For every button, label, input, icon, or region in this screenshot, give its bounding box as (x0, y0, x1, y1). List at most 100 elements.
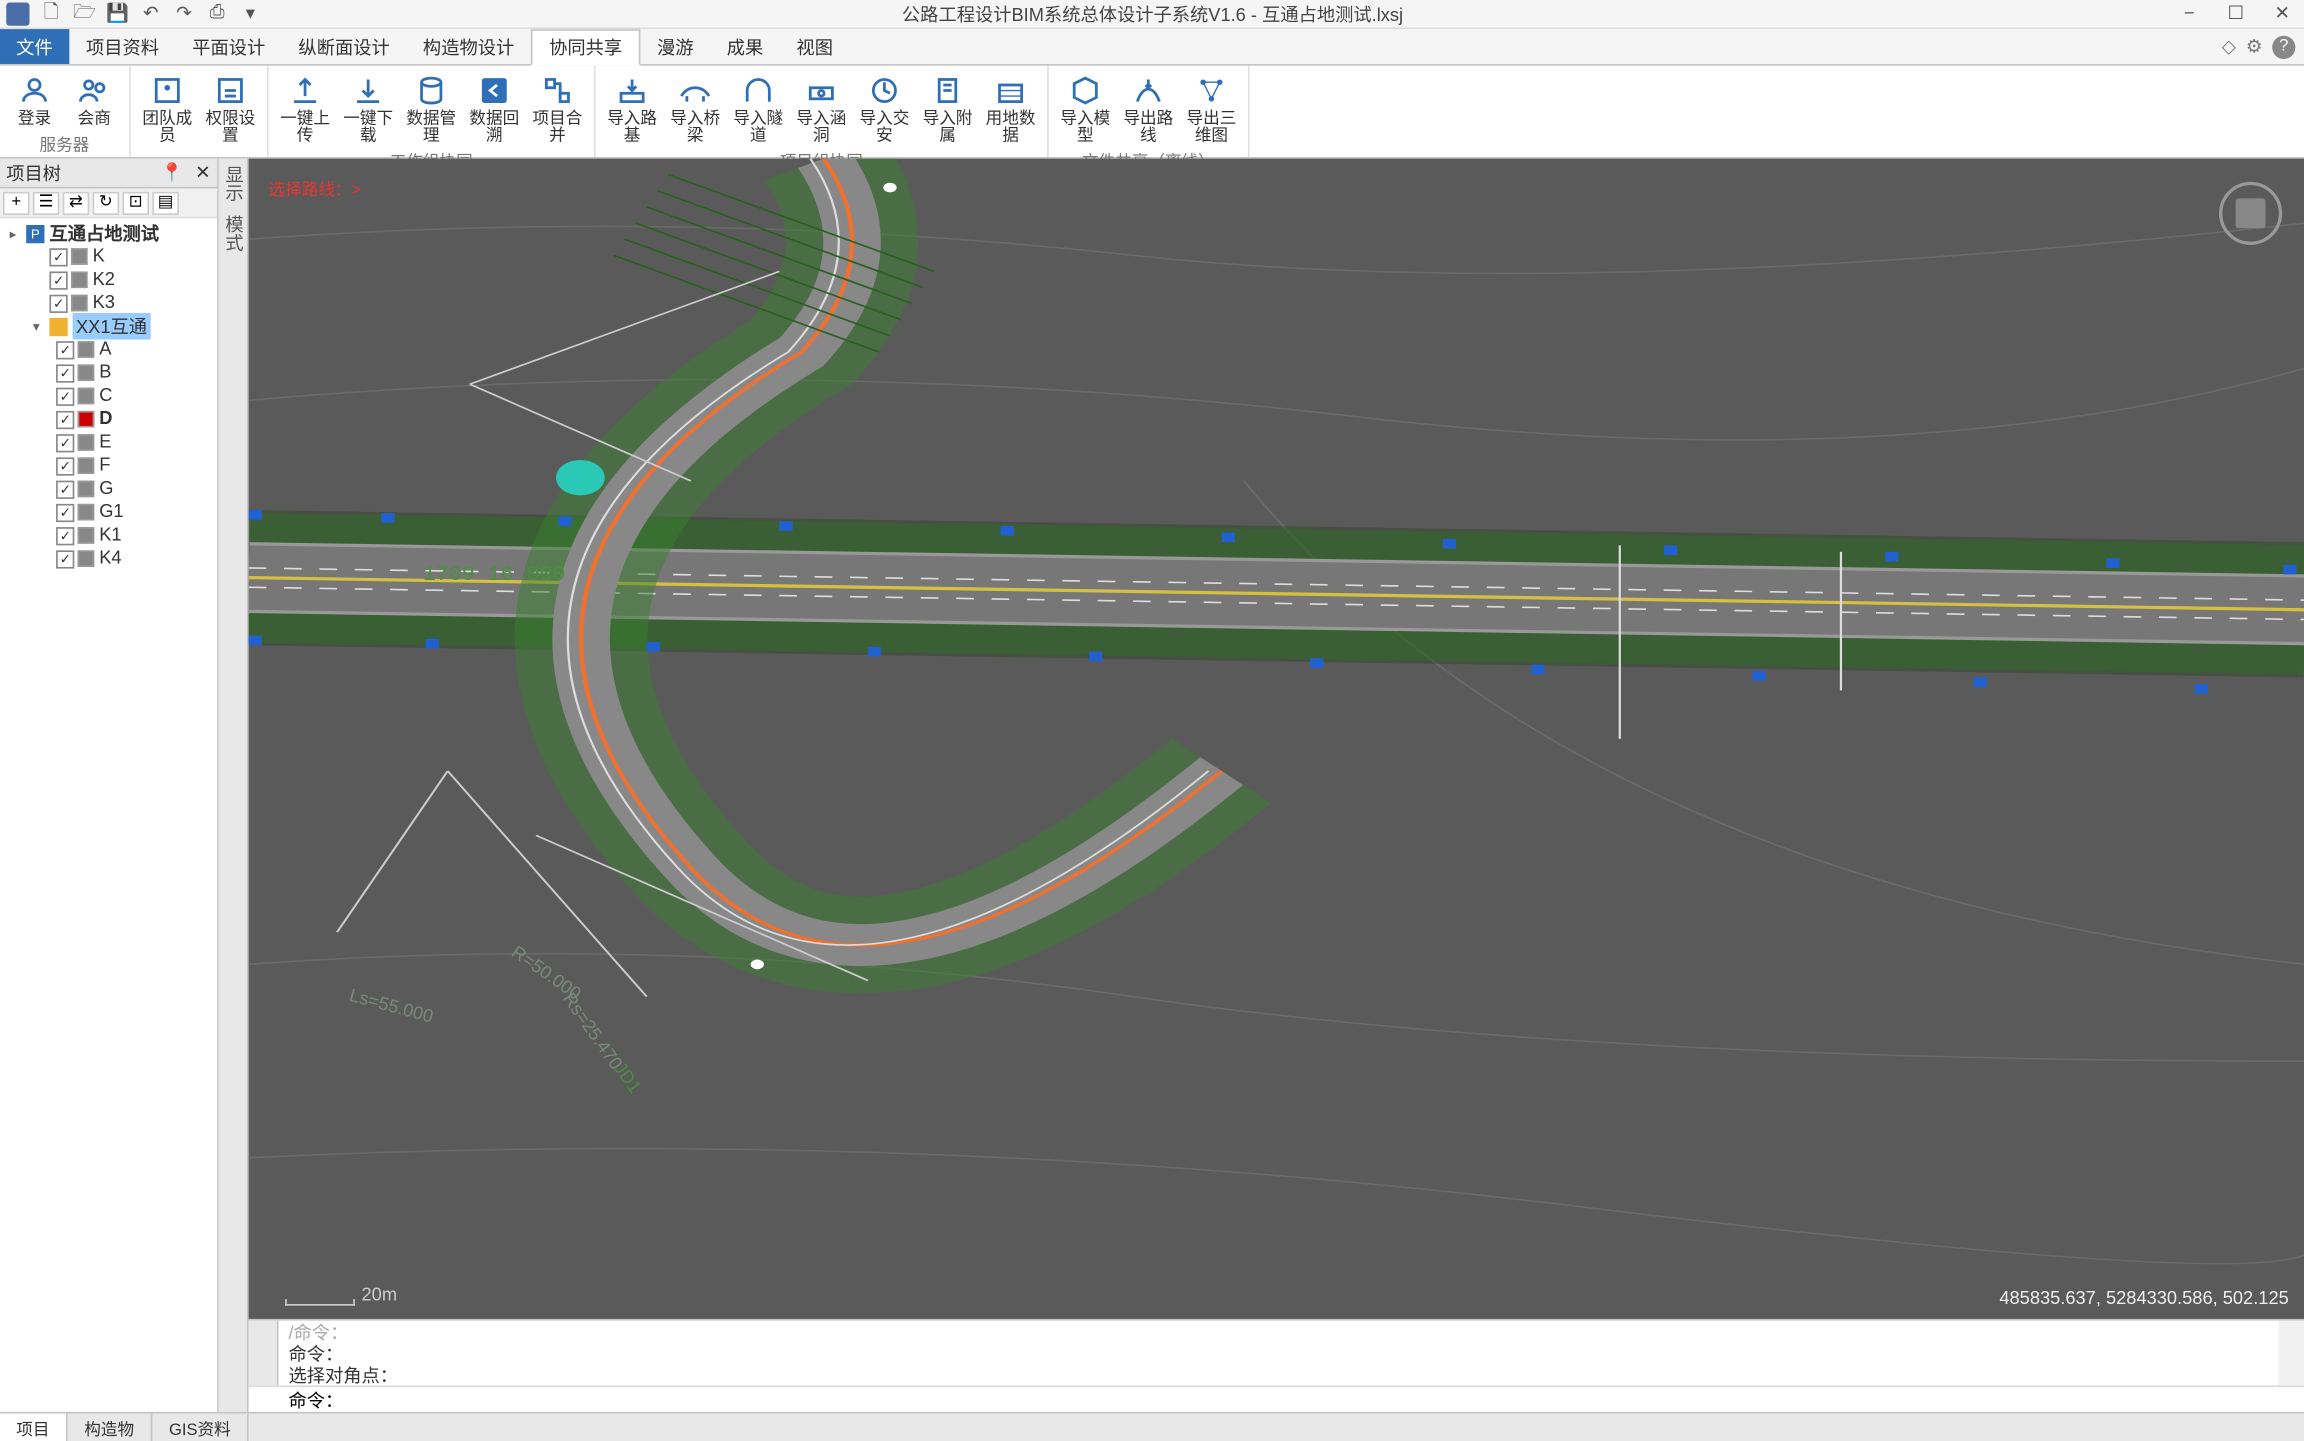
command-history[interactable]: /命令： 命令： 选择对角点： (278, 1320, 2278, 1385)
tab-roam[interactable]: 漫游 (640, 29, 710, 64)
cmd-scrollbar[interactable] (2278, 1320, 2304, 1385)
qat-save-icon[interactable]: 💾 (105, 1, 128, 24)
collapse-ribbon-icon[interactable]: ◇ (2221, 35, 2235, 57)
tree-item-k[interactable]: ✓K (2, 244, 213, 267)
tab-structure[interactable]: 构造物设计 (406, 29, 531, 64)
panel-header: 项目树 📍 ✕ (0, 158, 217, 188)
tab-plan[interactable]: 平面设计 (175, 29, 281, 64)
team-button[interactable]: 团队成员 (137, 68, 197, 153)
safety-icon (866, 72, 903, 109)
qat-redo-icon[interactable]: ↷ (172, 1, 195, 24)
tree-item-k3[interactable]: ✓K3 (2, 291, 213, 314)
viewport[interactable]: 选择路线：> 1709 16 000 R=50.000 Ls=55.000 Rs… (248, 158, 2304, 1318)
command-input-row[interactable]: 命令： (248, 1385, 2304, 1412)
export-route-button[interactable]: 导出路线 (1118, 68, 1178, 144)
settings-icon[interactable]: ⚙ (2245, 35, 2261, 57)
tree-swap-button[interactable]: ⇄ (62, 190, 89, 213)
tree-root[interactable]: ▸ P 互通占地测试 (2, 221, 213, 244)
panel-close-icon[interactable]: ✕ (195, 163, 210, 183)
compass-widget[interactable] (2219, 181, 2282, 244)
tab-file[interactable]: 文件 (0, 29, 69, 64)
tree-item-c[interactable]: ✓C (2, 384, 213, 407)
merge-icon (539, 72, 576, 109)
color-swatch (71, 294, 88, 311)
coordinates-readout: 485835.637, 5284330.586, 502.125 (1999, 1289, 2288, 1309)
upload-button[interactable]: 一键上传 (275, 68, 335, 144)
land-data-button[interactable]: 用地数据 (980, 68, 1040, 144)
tree-item-k2[interactable]: ✓K2 (2, 268, 213, 291)
tab-project[interactable]: 项目资料 (69, 29, 175, 64)
project-icon: P (26, 224, 44, 242)
aux-icon (929, 72, 966, 109)
3d-icon (1193, 72, 1230, 109)
group-label-server: 服务器 (6, 128, 122, 156)
qat-new-icon[interactable]: 🗋 (39, 1, 62, 24)
tree-expand-button[interactable]: ⊡ (122, 190, 149, 213)
data-back-button[interactable]: 数据回溯 (464, 68, 524, 144)
tree-item-b[interactable]: ✓B (2, 361, 213, 384)
group-label-empty (137, 153, 260, 156)
help-icon[interactable]: ? (2272, 34, 2295, 57)
import-model-button[interactable]: 导入模型 (1055, 68, 1115, 144)
station-marker (556, 459, 605, 494)
merge-button[interactable]: 项目合并 (527, 68, 587, 144)
import-culvert-button[interactable]: 导入涵洞 (791, 68, 851, 144)
tree-item-f[interactable]: ✓F (2, 454, 213, 477)
user-icon (16, 72, 53, 109)
bridge-icon (676, 72, 713, 109)
bottom-tabs: 项目 构造物 GIS资料 (0, 1411, 2304, 1441)
tree-list-button[interactable]: ☰ (32, 190, 59, 213)
btab-gis[interactable]: GIS资料 (152, 1413, 249, 1441)
tab-result[interactable]: 成果 (710, 29, 780, 64)
tab-collab[interactable]: 协同共享 (530, 29, 640, 66)
tree-item-d[interactable]: ✓D (2, 407, 213, 430)
color-swatch (71, 271, 88, 288)
team-icon (149, 72, 186, 109)
import-aux-button[interactable]: 导入附属 (917, 68, 977, 144)
command-panel: /命令： 命令： 选择对角点： (248, 1318, 2304, 1384)
scale-bar: 20m (285, 1285, 397, 1305)
minimize-button[interactable]: − (2165, 0, 2211, 28)
qat-print-icon[interactable]: ⎙ (205, 1, 228, 24)
permission-button[interactable]: 权限设置 (200, 68, 260, 153)
tree-item-k4[interactable]: ✓K4 (2, 547, 213, 570)
tree-item-k1[interactable]: ✓K1 (2, 523, 213, 546)
tree-item-a[interactable]: ✓A (2, 337, 213, 360)
meeting-button[interactable]: 会商 (66, 68, 122, 128)
tree-add-button[interactable]: + (2, 190, 29, 213)
tree-item-e[interactable]: ✓E (2, 430, 213, 453)
tab-view[interactable]: 视图 (779, 29, 849, 64)
pin-icon[interactable]: 📍 (160, 163, 183, 183)
import-safety-button[interactable]: 导入交安 (854, 68, 914, 144)
project-tree[interactable]: ▸ P 互通占地测试 ✓K ✓K2 ✓K3 ▾ XX1互通 ✓A ✓B ✓C ✓… (0, 218, 217, 1412)
login-button[interactable]: 登录 (6, 68, 62, 128)
tree-item-g[interactable]: ✓G (2, 477, 213, 500)
import-tunnel-button[interactable]: 导入隧道 (728, 68, 788, 144)
land-icon (992, 72, 1029, 109)
btab-structure[interactable]: 构造物 (67, 1413, 152, 1441)
download-icon (349, 72, 386, 109)
vtool-2[interactable]: 模式 (219, 215, 246, 252)
qat-undo-icon[interactable]: ↶ (139, 1, 162, 24)
tree-refresh-button[interactable]: ↻ (92, 190, 119, 213)
tree-item-interchange[interactable]: ▾ XX1互通 (2, 314, 213, 337)
users-icon (75, 72, 112, 109)
close-button[interactable]: ✕ (2258, 0, 2304, 28)
download-button[interactable]: 一键下载 (338, 68, 398, 144)
data-manage-button[interactable]: 数据管理 (401, 68, 461, 144)
export-3d-button[interactable]: 导出三维图 (1181, 68, 1241, 144)
tab-profile[interactable]: 纵断面设计 (281, 29, 406, 64)
tree-item-g1[interactable]: ✓G1 (2, 500, 213, 523)
qat-more-icon[interactable]: ▾ (238, 1, 261, 24)
vtool-1[interactable]: 显示 (219, 165, 246, 202)
import-bridge-button[interactable]: 导入桥梁 (665, 68, 725, 144)
btab-project[interactable]: 项目 (0, 1413, 67, 1441)
qat-open-icon[interactable]: 🗁 (72, 1, 95, 24)
tree-collapse-button[interactable]: ▤ (152, 190, 179, 213)
prompt-overlay: 选择路线：> (268, 175, 361, 200)
maximize-button[interactable]: ☐ (2212, 0, 2258, 28)
titlebar: 🗋 🗁 💾 ↶ ↷ ⎙ ▾ 公路工程设计BIM系统总体设计子系统V1.6 - 互… (0, 0, 2304, 29)
compass-icon (2235, 198, 2265, 228)
import-roadbed-button[interactable]: 导入路基 (602, 68, 662, 144)
gear-icon (212, 72, 249, 109)
